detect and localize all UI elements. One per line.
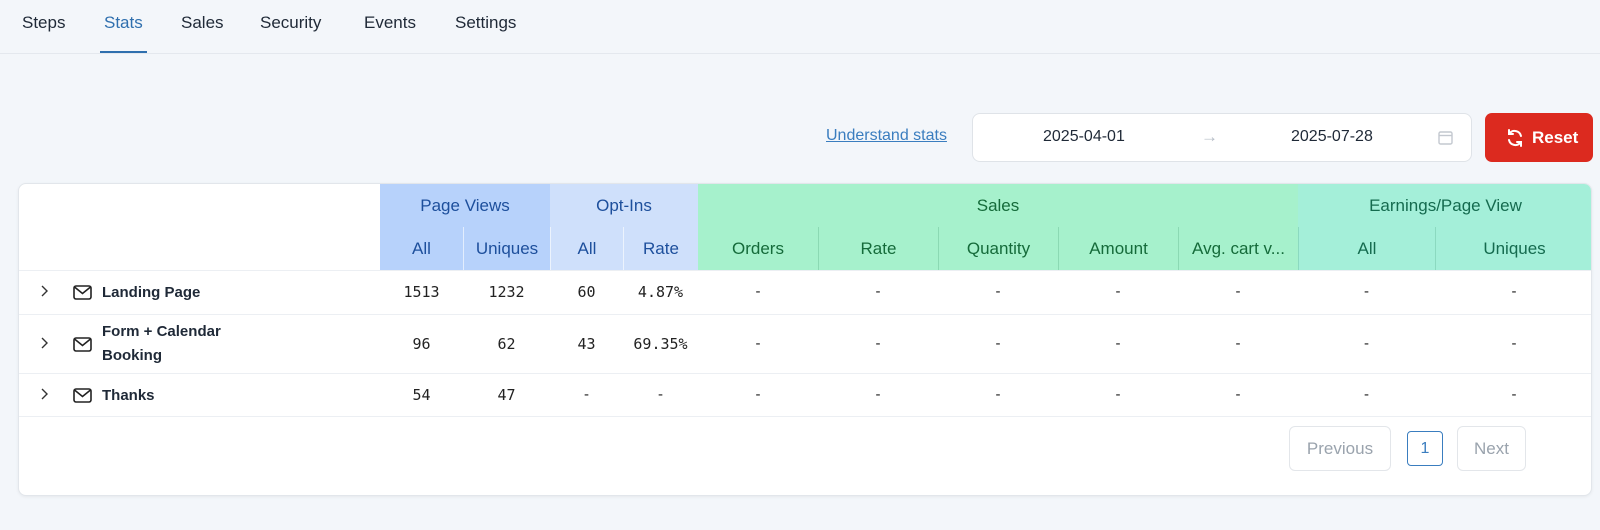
col-oi-all[interactable]: All (550, 227, 623, 270)
cell-amount: - (1115, 283, 1121, 300)
page-name-line2: Booking (102, 347, 162, 364)
arrow-right-icon: → (1201, 127, 1218, 146)
stats-table: Page Views Opt-Ins Sales Earnings/Page V… (18, 183, 1592, 496)
col-oi-rate[interactable]: Rate (623, 227, 698, 270)
refresh-icon (1505, 128, 1525, 153)
header-sales: Sales (698, 184, 1298, 227)
page-name[interactable]: Form + Calendar Booking (102, 320, 221, 368)
col-orders[interactable]: Orders (698, 227, 818, 270)
cell-rate: - (875, 335, 881, 352)
cell-amount: - (1115, 335, 1121, 352)
tab-sales[interactable]: Sales (177, 12, 228, 54)
col-amount[interactable]: Amount (1058, 227, 1178, 270)
col-avg-cart-value[interactable]: Avg. cart v... (1178, 227, 1298, 270)
cell-oi-all: - (584, 386, 589, 403)
cell-orders: - (755, 335, 761, 352)
page-name-line1: Form + Calendar (102, 323, 221, 340)
col-rate[interactable]: Rate (818, 227, 938, 270)
cell-rate: - (875, 283, 881, 300)
col-pv-all[interactable]: All (380, 227, 463, 270)
calendar-icon[interactable] (1437, 129, 1454, 151)
cell-orders: - (755, 283, 761, 300)
cell-pv-all: 54 (412, 386, 431, 404)
table-row: Thanks 54 47 - - - - - - - - - (19, 373, 1591, 417)
col-quantity[interactable]: Quantity (938, 227, 1058, 270)
mail-icon (73, 337, 92, 357)
table-row: Landing Page 1513 1232 60 4.87% - - - - … (19, 270, 1591, 314)
cell-oi-rate: - (658, 386, 663, 403)
tab-security[interactable]: Security (256, 12, 325, 54)
cell-ep-uniques: - (1511, 335, 1517, 352)
cell-oi-all: 60 (577, 283, 596, 301)
cell-orders: - (755, 386, 761, 403)
cell-oi-rate: 4.87% (637, 283, 684, 301)
cell-ep-all: - (1364, 386, 1369, 403)
date-range-picker[interactable]: 2025-04-01 → 2025-07-28 (972, 113, 1472, 162)
chevron-right-icon[interactable] (39, 284, 51, 303)
cell-ep-uniques: - (1511, 283, 1517, 300)
cell-pv-all: 1513 (403, 283, 440, 301)
cell-pv-all: 96 (412, 335, 431, 353)
reset-label: Reset (1532, 128, 1579, 147)
mail-icon (73, 388, 92, 408)
cell-pv-uniques: 1232 (488, 283, 525, 301)
understand-stats-link[interactable]: Understand stats (826, 127, 947, 145)
col-ep-all[interactable]: All (1298, 227, 1435, 270)
col-pv-uniques[interactable]: Uniques (463, 227, 550, 270)
chevron-right-icon[interactable] (39, 387, 51, 406)
cell-ep-all: - (1364, 335, 1369, 352)
cell-amount: - (1115, 386, 1121, 403)
tab-bar: Steps Stats Sales Security Events Settin… (0, 0, 1600, 54)
cell-pv-uniques: 47 (497, 386, 516, 404)
col-ep-uniques[interactable]: Uniques (1435, 227, 1591, 270)
cell-pv-uniques: 62 (497, 335, 516, 353)
chevron-right-icon[interactable] (39, 336, 51, 355)
cell-ep-all: - (1364, 283, 1369, 300)
tab-settings[interactable]: Settings (451, 12, 520, 54)
cell-quantity: - (995, 386, 1001, 403)
next-page-button[interactable]: Next (1457, 426, 1526, 471)
reset-button[interactable]: Reset (1485, 113, 1593, 162)
tab-events[interactable]: Events (360, 12, 420, 54)
previous-page-button[interactable]: Previous (1289, 426, 1391, 471)
cell-quantity: - (995, 283, 1001, 300)
tab-steps[interactable]: Steps (18, 12, 69, 54)
page-number-button[interactable]: 1 (1407, 431, 1443, 466)
header-opt-ins: Opt-Ins (550, 184, 698, 227)
cell-ep-uniques: - (1511, 386, 1517, 403)
cell-rate: - (875, 386, 881, 403)
cell-avg-cart: - (1235, 335, 1241, 352)
cell-avg-cart: - (1235, 283, 1241, 300)
table-row: Form + Calendar Booking 96 62 43 69.35% … (19, 314, 1591, 373)
page-name[interactable]: Landing Page (102, 281, 200, 305)
page-name[interactable]: Thanks (102, 384, 155, 408)
cell-oi-all: 43 (577, 335, 596, 353)
tab-stats[interactable]: Stats (100, 12, 147, 54)
mail-icon (73, 285, 92, 305)
date-end-input[interactable]: 2025-07-28 (1291, 128, 1373, 146)
cell-avg-cart: - (1235, 386, 1241, 403)
header-earnings-per-page-view: Earnings/Page View (1298, 184, 1591, 227)
header-page-views: Page Views (380, 184, 550, 227)
cell-oi-rate: 69.35% (633, 335, 688, 353)
cell-quantity: - (995, 335, 1001, 352)
date-start-input[interactable]: 2025-04-01 (1043, 128, 1125, 146)
